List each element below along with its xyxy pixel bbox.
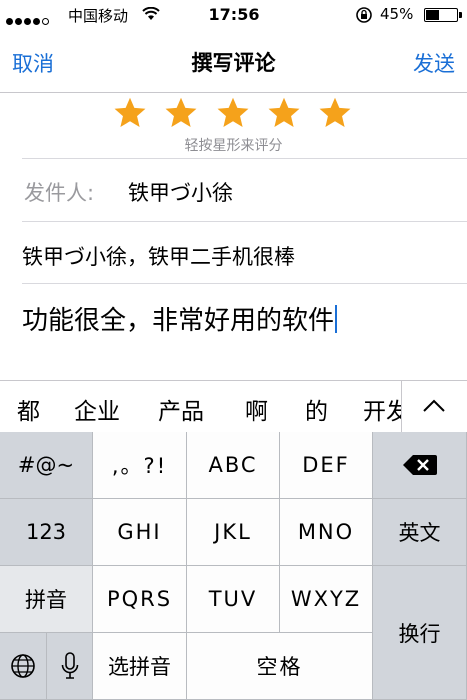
key-pqrs[interactable]: PQRS [93,566,187,633]
key-pinyin[interactable]: 拼音 [0,566,93,633]
candidate-bar: 都 企业 产品 啊 的 开发 [0,380,467,433]
candidate-word[interactable]: 啊 [245,392,268,426]
navigation-bar: 撰写评论 取消 发送 [0,30,467,93]
divider [22,221,467,222]
key-english[interactable]: 英文 [373,499,467,566]
key-symbols[interactable]: #@~ [0,432,93,499]
keyboard: #@~ ,。?! ABC DEF 123 GHI JKL MNO 英文 拼音 P… [0,432,467,700]
microphone-key[interactable] [47,633,93,700]
key-abc[interactable]: ABC [187,432,280,499]
key-def[interactable]: DEF [280,432,373,499]
microphone-icon [61,652,78,679]
space-key[interactable]: 空格 [187,633,373,700]
page-title: 撰写评论 [191,51,276,75]
sender-field[interactable]: 铁甲づ小徐 [128,177,233,207]
rating-hint: 轻按星形来评分 [184,138,283,154]
key-jkl[interactable]: JKL [187,499,280,566]
key-select-pinyin[interactable]: 选拼音 [93,633,187,700]
battery-icon [424,8,462,22]
review-body-text: 功能很全，非常好用的软件 [22,306,335,336]
signal-strength-icon [6,11,51,29]
star-icon[interactable] [112,95,148,131]
key-numbers[interactable]: 123 [0,499,93,566]
key-punctuation[interactable]: ,。?! [93,432,187,499]
divider [22,283,467,284]
sender-label: 发件人: [24,181,95,205]
divider [22,158,467,159]
globe-icon [11,654,35,678]
rotation-lock-icon [355,6,373,28]
candidate-word[interactable]: 产品 [158,392,204,426]
clock: 17:56 [208,5,260,24]
candidate-word[interactable]: 的 [305,392,328,426]
key-wxyz[interactable]: WXYZ [280,566,373,633]
expand-candidates-button[interactable] [401,381,467,433]
star-rating[interactable] [0,95,467,135]
candidate-word[interactable]: 企业 [74,392,120,426]
send-button[interactable]: 发送 [413,48,455,78]
globe-key[interactable] [0,633,47,700]
carrier-name: 中国移动 [68,7,129,25]
backspace-icon [402,455,437,475]
wifi-icon [142,6,160,25]
review-title-field[interactable]: 铁甲づ小徐，铁甲二手机很棒 [22,241,295,271]
star-icon[interactable] [163,95,199,131]
star-icon[interactable] [215,95,251,131]
star-icon[interactable] [317,95,353,131]
star-icon[interactable] [266,95,302,131]
review-body-field[interactable]: 功能很全，非常好用的软件 [22,300,338,337]
key-ghi[interactable]: GHI [93,499,187,566]
candidate-word[interactable]: 都 [17,392,40,426]
battery-percentage: 45% [380,5,414,23]
chevron-up-icon [423,399,445,412]
text-cursor [335,305,338,333]
backspace-key[interactable] [373,432,467,499]
return-key[interactable]: 换行 [373,566,467,700]
cancel-button[interactable]: 取消 [12,48,54,78]
key-tuv[interactable]: TUV [187,566,280,633]
status-bar: 中国移动 17:56 45% [0,0,467,30]
key-mno[interactable]: MNO [280,499,373,566]
